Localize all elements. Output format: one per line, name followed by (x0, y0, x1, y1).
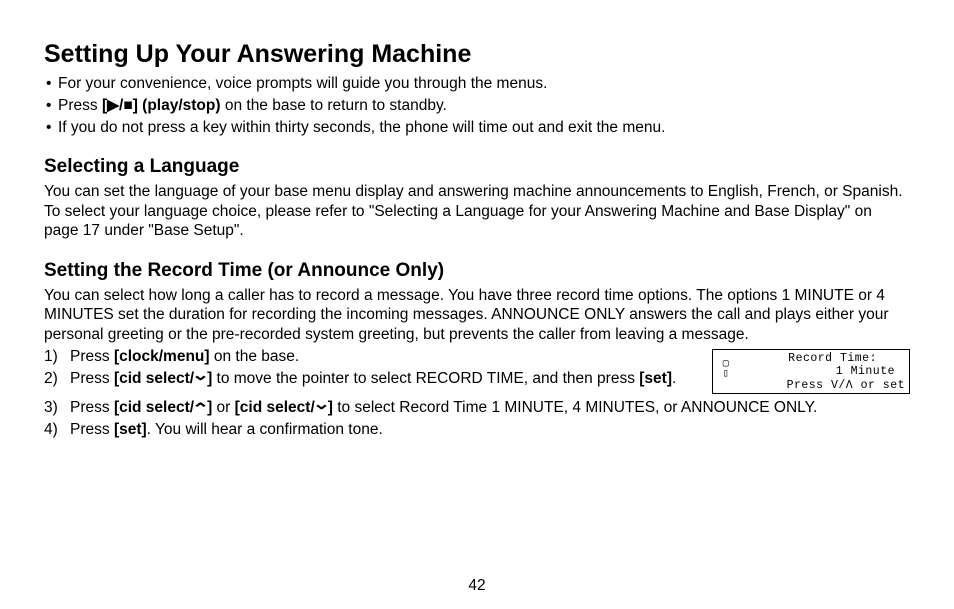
step-body: Press [cid select/] to move the pointer … (70, 369, 702, 389)
section-body-language: You can set the language of your base me… (44, 182, 910, 241)
page-number: 42 (0, 577, 954, 595)
text-fragment: Press (70, 348, 114, 365)
section-heading-language: Selecting a Language (44, 155, 910, 179)
lcd-speaker-icon: ▢▯ (719, 360, 733, 380)
step-number: 2) (44, 369, 70, 389)
lcd-line-2: 1 Minute (717, 365, 905, 378)
text-fragment: to move the pointer to select RECORD TIM… (212, 370, 639, 387)
lcd-display: ▢▯ Record Time: 1 Minute Press V/Λ or se… (712, 349, 910, 394)
bullet-icon: • (44, 96, 58, 116)
intro-bullet: • For your convenience, voice prompts wi… (44, 74, 910, 94)
set-key-label: [set] (114, 421, 147, 438)
text-fragment: Press (58, 97, 102, 114)
text-fragment: on the base. (210, 348, 300, 365)
cid-select-up-key-label: [cid select/] (114, 399, 212, 416)
lcd-line-1: Record Time: (717, 352, 905, 365)
chevron-down-icon (194, 370, 207, 387)
step-4: 4) Press [set]. You will hear a confirma… (44, 420, 910, 440)
page-title: Setting Up Your Answering Machine (44, 38, 910, 70)
step-body: Press [cid select/] or [cid select/] to … (70, 398, 910, 418)
text-fragment: . You will hear a confirmation tone. (147, 421, 383, 438)
intro-bullet: • Press [▶/■] (play/stop) on the base to… (44, 96, 910, 116)
step-number: 3) (44, 398, 70, 418)
step-number: 4) (44, 420, 70, 440)
text-fragment: on the base to return to standby. (221, 97, 447, 114)
step-body: Press [clock/menu] on the base. (70, 347, 702, 367)
chevron-up-icon (194, 399, 207, 416)
step-2: 2) Press [cid select/] to move the point… (44, 369, 702, 389)
text-fragment: Press (70, 421, 114, 438)
bullet-icon: • (44, 74, 58, 94)
text-fragment: . (672, 370, 676, 387)
clock-menu-key-label: [clock/menu] (114, 348, 210, 365)
text-fragment: Press (70, 370, 114, 387)
text-fragment: to select Record Time 1 MINUTE, 4 MINUTE… (333, 399, 817, 416)
cid-select-down-key-label: [cid select/] (114, 370, 212, 387)
intro-text: If you do not press a key within thirty … (58, 118, 665, 138)
bullet-icon: • (44, 118, 58, 138)
step-body: Press [set]. You will hear a confirmatio… (70, 420, 910, 440)
intro-text: For your convenience, voice prompts will… (58, 74, 547, 94)
document-page: Setting Up Your Answering Machine • For … (0, 0, 954, 440)
chevron-down-icon (315, 399, 328, 416)
text-fragment: Press (70, 399, 114, 416)
section-body-record-time: You can select how long a caller has to … (44, 286, 910, 345)
intro-bullet: • If you do not press a key within thirt… (44, 118, 910, 138)
play-stop-key-label: [▶/■] (play/stop) (102, 97, 221, 114)
step-number: 1) (44, 347, 70, 367)
step-3: 3) Press [cid select/] or [cid select/] … (44, 398, 910, 418)
set-key-label: [set] (639, 370, 672, 387)
lcd-line-3: Press V/Λ or set (717, 379, 905, 392)
step-1: 1) Press [clock/menu] on the base. (44, 347, 702, 367)
section-heading-record-time: Setting the Record Time (or Announce Onl… (44, 259, 910, 283)
cid-select-down-key-label: [cid select/] (235, 399, 333, 416)
text-fragment: or (212, 399, 234, 416)
intro-text: Press [▶/■] (play/stop) on the base to r… (58, 96, 447, 116)
